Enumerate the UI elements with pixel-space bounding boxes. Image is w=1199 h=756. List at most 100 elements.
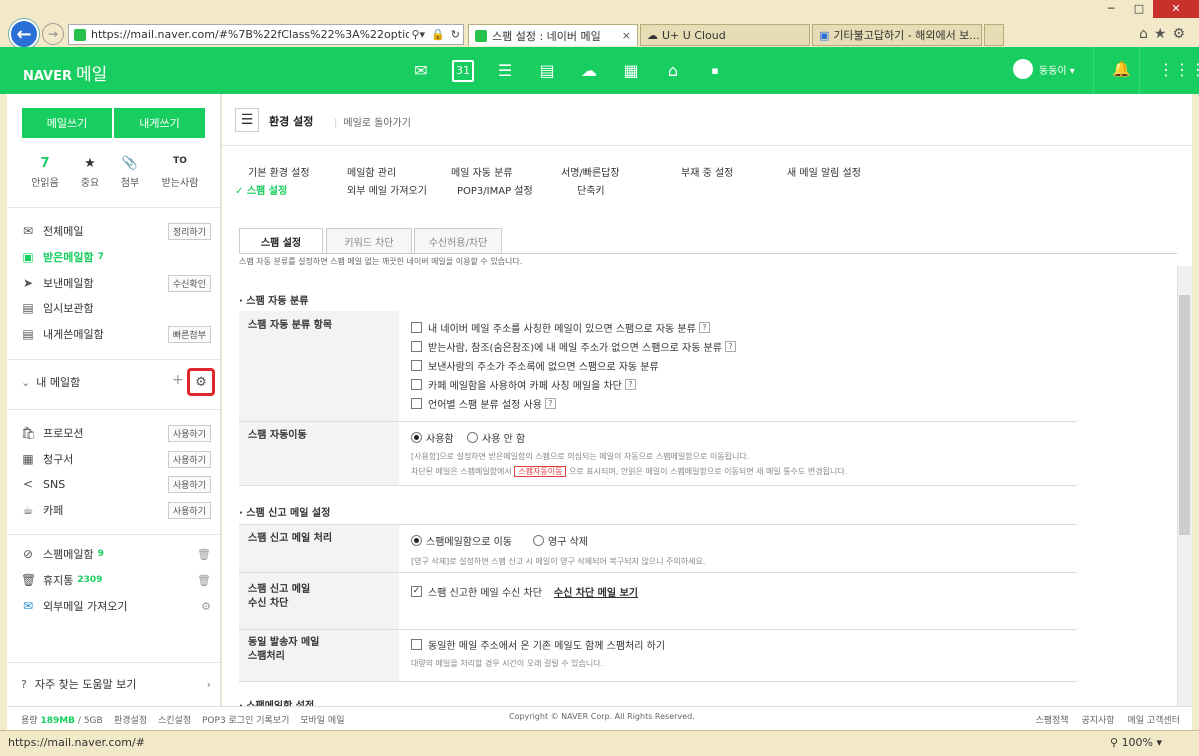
contacts-list-icon[interactable]: ☰	[494, 60, 516, 82]
checkbox-not-in-contacts[interactable]: 보낸사람의 주소가 주소록에 없으면 스팸으로 자동 분류	[411, 358, 659, 373]
cloud-icon[interactable]: ☁	[578, 60, 600, 82]
radio-button[interactable]	[411, 535, 422, 546]
gear-icon[interactable]: ⚙	[201, 600, 211, 613]
folder-all[interactable]: ✉ 전체메일 정리하기	[21, 221, 211, 241]
quick-unread[interactable]: 7 안읽음	[21, 156, 69, 189]
checkbox[interactable]	[411, 322, 422, 333]
refresh-icon[interactable]: ↻	[448, 28, 463, 41]
radio-move-off[interactable]: 사용 안 함	[467, 430, 525, 445]
footer-link-pop3-log[interactable]: POP3 로그인 기록보기	[202, 716, 289, 726]
use-button[interactable]: 사용하기	[167, 475, 211, 493]
back-arrow-icon[interactable]: ←	[9, 19, 39, 49]
hamburger-menu-icon[interactable]: ☰	[235, 108, 259, 132]
trash-icon[interactable]: 🗑	[197, 548, 211, 561]
view-blocked-link[interactable]: 수신 차단 메일 보기	[554, 584, 638, 599]
user-menu[interactable]: 동동이 ▾	[1013, 59, 1075, 79]
quick-attach-button[interactable]: 빠른첨부	[167, 325, 211, 343]
tab-keyword-block[interactable]: 키워드 차단	[326, 228, 412, 254]
folder-inbox[interactable]: ▣ 받은메일함 7	[21, 247, 211, 267]
link-mailbox-manage[interactable]: 메일함 관리	[347, 164, 396, 179]
checkbox-checked[interactable]: ✓	[411, 586, 422, 597]
folder-spam[interactable]: ⊘ 스팸메일함 9 🗑	[21, 544, 211, 564]
link-new-mail-alert[interactable]: 새 메일 알림 설정	[787, 164, 861, 179]
maximize-button[interactable]: □	[1125, 0, 1153, 18]
home-icon[interactable]: ⌂	[662, 60, 684, 82]
checkbox[interactable]	[411, 341, 422, 352]
link-auto-sort[interactable]: 메일 자동 분류	[451, 164, 513, 179]
forward-arrow-icon[interactable]: →	[42, 23, 64, 45]
footer-link-skin[interactable]: 스킨설정	[158, 716, 191, 726]
use-button[interactable]: 사용하기	[167, 450, 211, 468]
folder-sent[interactable]: ➤ 보낸메일함 수신확인	[21, 273, 211, 293]
radio-report-move[interactable]: 스팸메일함으로 이동	[411, 533, 512, 548]
tab-spam-settings[interactable]: 스팸 설정 : 네이버 메일 ×	[468, 24, 638, 46]
help-link[interactable]: ? 자주 찾는 도움말 보기 ›	[21, 674, 211, 694]
folder-external[interactable]: ✉ 외부메일 가져오기 ⚙	[21, 596, 211, 616]
folder-trash[interactable]: 🗑 휴지통 2309 🗑	[21, 570, 211, 590]
zoom-control[interactable]: ⚲ 100% ▾	[1110, 736, 1162, 749]
naver-logo[interactable]: NAVER 메일	[23, 60, 107, 85]
radio-button[interactable]	[467, 432, 478, 443]
new-tab-button[interactable]	[984, 24, 1004, 46]
more-icon[interactable]: ▪	[704, 60, 726, 82]
checkbox[interactable]	[411, 398, 422, 409]
use-button[interactable]: 사용하기	[167, 501, 211, 519]
favorites-star-icon[interactable]: ★	[1154, 26, 1173, 42]
mailbox-settings-gear-icon[interactable]: ⚙	[187, 368, 215, 396]
link-shortcuts[interactable]: 단축키	[577, 182, 605, 197]
link-spam-settings[interactable]: ✓ 스팸 설정	[235, 182, 287, 197]
use-button[interactable]: 사용하기	[167, 424, 211, 442]
folder-self[interactable]: ▤ 내게쓴메일함 빠른첨부	[21, 324, 211, 344]
tab-help[interactable]: ▣ 기타불고답하기 - 해외에서 보...	[812, 24, 982, 46]
footer-link-notice[interactable]: 공지사항	[1081, 716, 1114, 726]
footer-link-mobile[interactable]: 모바일 메일	[300, 716, 344, 726]
link-signature[interactable]: 서명/빠른답장	[561, 164, 620, 179]
mail-icon[interactable]: ✉	[410, 60, 432, 82]
footer-link-settings[interactable]: 환경설정	[114, 716, 147, 726]
tab-close-icon[interactable]: ×	[622, 29, 631, 42]
close-window-button[interactable]: ✕	[1153, 0, 1199, 18]
checkbox-impersonation[interactable]: 내 네이버 메일 주소를 사칭한 메일이 있으면 스팸으로 자동 분류?	[411, 320, 710, 335]
radio-report-delete[interactable]: 영구 삭제	[533, 533, 588, 548]
back-to-mail-link[interactable]: | 메일로 돌아가기	[334, 114, 411, 129]
checkbox-cafe[interactable]: 카페 메일함을 사용하여 카페 사칭 메일을 차단?	[411, 377, 636, 392]
link-basic-settings[interactable]: 기본 환경 설정	[248, 164, 310, 179]
memo-icon[interactable]: ▦	[620, 60, 642, 82]
help-question-icon[interactable]: ?	[624, 379, 636, 390]
address-book-icon[interactable]: ▤	[536, 60, 558, 82]
radio-button[interactable]	[411, 432, 422, 443]
home-icon[interactable]: ⌂	[1139, 26, 1154, 42]
app-grid-icon[interactable]: ⋮⋮⋮	[1158, 60, 1199, 79]
link-absence[interactable]: 부재 중 설정	[681, 164, 733, 179]
minimize-button[interactable]: ─	[1097, 0, 1125, 18]
address-url[interactable]: https://mail.naver.com/#%7B%22fClass%22%…	[91, 28, 409, 41]
checkbox-not-recipient[interactable]: 받는사람, 참조(숨은참조)에 내 메일 주소가 없으면 스팸으로 자동 분류?	[411, 339, 737, 354]
folder-drafts[interactable]: ▤ 임시보관함	[21, 298, 211, 318]
tab-allow-block[interactable]: 수신허용/차단	[414, 228, 502, 254]
checkbox[interactable]	[411, 360, 422, 371]
organize-button[interactable]: 정리하기	[167, 222, 211, 240]
footer-link-support[interactable]: 메일 고객센터	[1127, 716, 1180, 726]
search-icon[interactable]: ⚲▾	[409, 28, 429, 41]
tab-ucloud[interactable]: ☁ U+ U Cloud	[640, 24, 810, 46]
scrollbar-thumb[interactable]	[1179, 295, 1190, 535]
help-question-icon[interactable]: ?	[698, 322, 710, 333]
write-to-self-button[interactable]: 내게쓰기	[114, 108, 205, 138]
smart-promotion[interactable]: 🛍 프로모션 사용하기	[21, 423, 211, 443]
checkbox-same-sender[interactable]: 동일한 메일 주소에서 온 기존 메일도 함께 스팸처리 하기	[411, 637, 665, 652]
quick-to-me[interactable]: TO 받는사람	[156, 156, 204, 189]
help-question-icon[interactable]: ?	[725, 341, 737, 352]
settings-gear-icon[interactable]: ⚙	[1172, 26, 1191, 42]
footer-link-spam-policy[interactable]: 스팸정책	[1035, 716, 1068, 726]
radio-move-on[interactable]: 사용함	[411, 430, 454, 445]
bell-icon[interactable]: 🔔	[1112, 60, 1131, 78]
link-pop3-imap[interactable]: POP3/IMAP 설정	[457, 182, 533, 197]
calendar-icon[interactable]: 31	[452, 60, 474, 82]
checkbox[interactable]	[411, 639, 422, 650]
quick-attachment[interactable]: 📎 첨부	[106, 156, 154, 189]
checkbox-block-reported[interactable]: ✓ 스팸 신고한 메일 수신 차단 수신 차단 메일 보기	[411, 584, 638, 599]
trash-icon[interactable]: 🗑	[197, 574, 211, 587]
help-question-icon[interactable]: ?	[544, 398, 556, 409]
address-bar[interactable]: https://mail.naver.com/#%7B%22fClass%22%…	[68, 24, 464, 45]
add-folder-icon[interactable]: +	[172, 372, 184, 388]
